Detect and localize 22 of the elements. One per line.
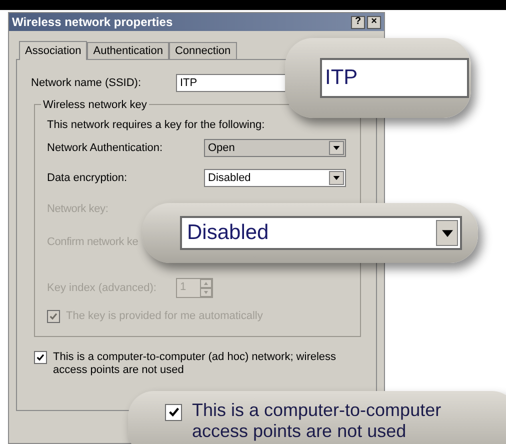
tab[interactable]: Authentication — [87, 42, 169, 59]
dropdown[interactable]: Open — [204, 139, 346, 157]
field-label: Data encryption: — [47, 170, 128, 186]
checkmark-icon — [36, 353, 45, 362]
checkbox-label: This is a computer-to-computer (ad hoc) network; wireless access points are not used — [53, 351, 336, 377]
group-title: Wireless network key — [41, 97, 149, 114]
tab[interactable]: Association — [19, 41, 88, 60]
dropdown[interactable]: Disabled — [204, 169, 346, 187]
title-bar-button[interactable]: ? — [351, 16, 365, 28]
checkbox[interactable] — [34, 351, 47, 364]
group-intro: This network requires a key for the following: — [47, 118, 266, 133]
field-label: Network Authentication: — [47, 140, 164, 156]
field-label: Network name (SSID): — [31, 76, 142, 91]
checkmark-icon — [49, 312, 58, 320]
window-title: Wireless network properties — [12, 14, 173, 31]
checkmark-icon — [168, 406, 180, 418]
title-bar-button[interactable]: × — [367, 16, 381, 28]
checkbox[interactable] — [165, 404, 182, 420]
tab[interactable]: Connection — [168, 42, 237, 59]
text-field[interactable]: ITP — [176, 74, 286, 92]
zoomed-dropdown: Disabled — [180, 216, 462, 250]
zoomed-checkbox-label: This is a computer-to-computer access points are not used — [192, 400, 442, 442]
